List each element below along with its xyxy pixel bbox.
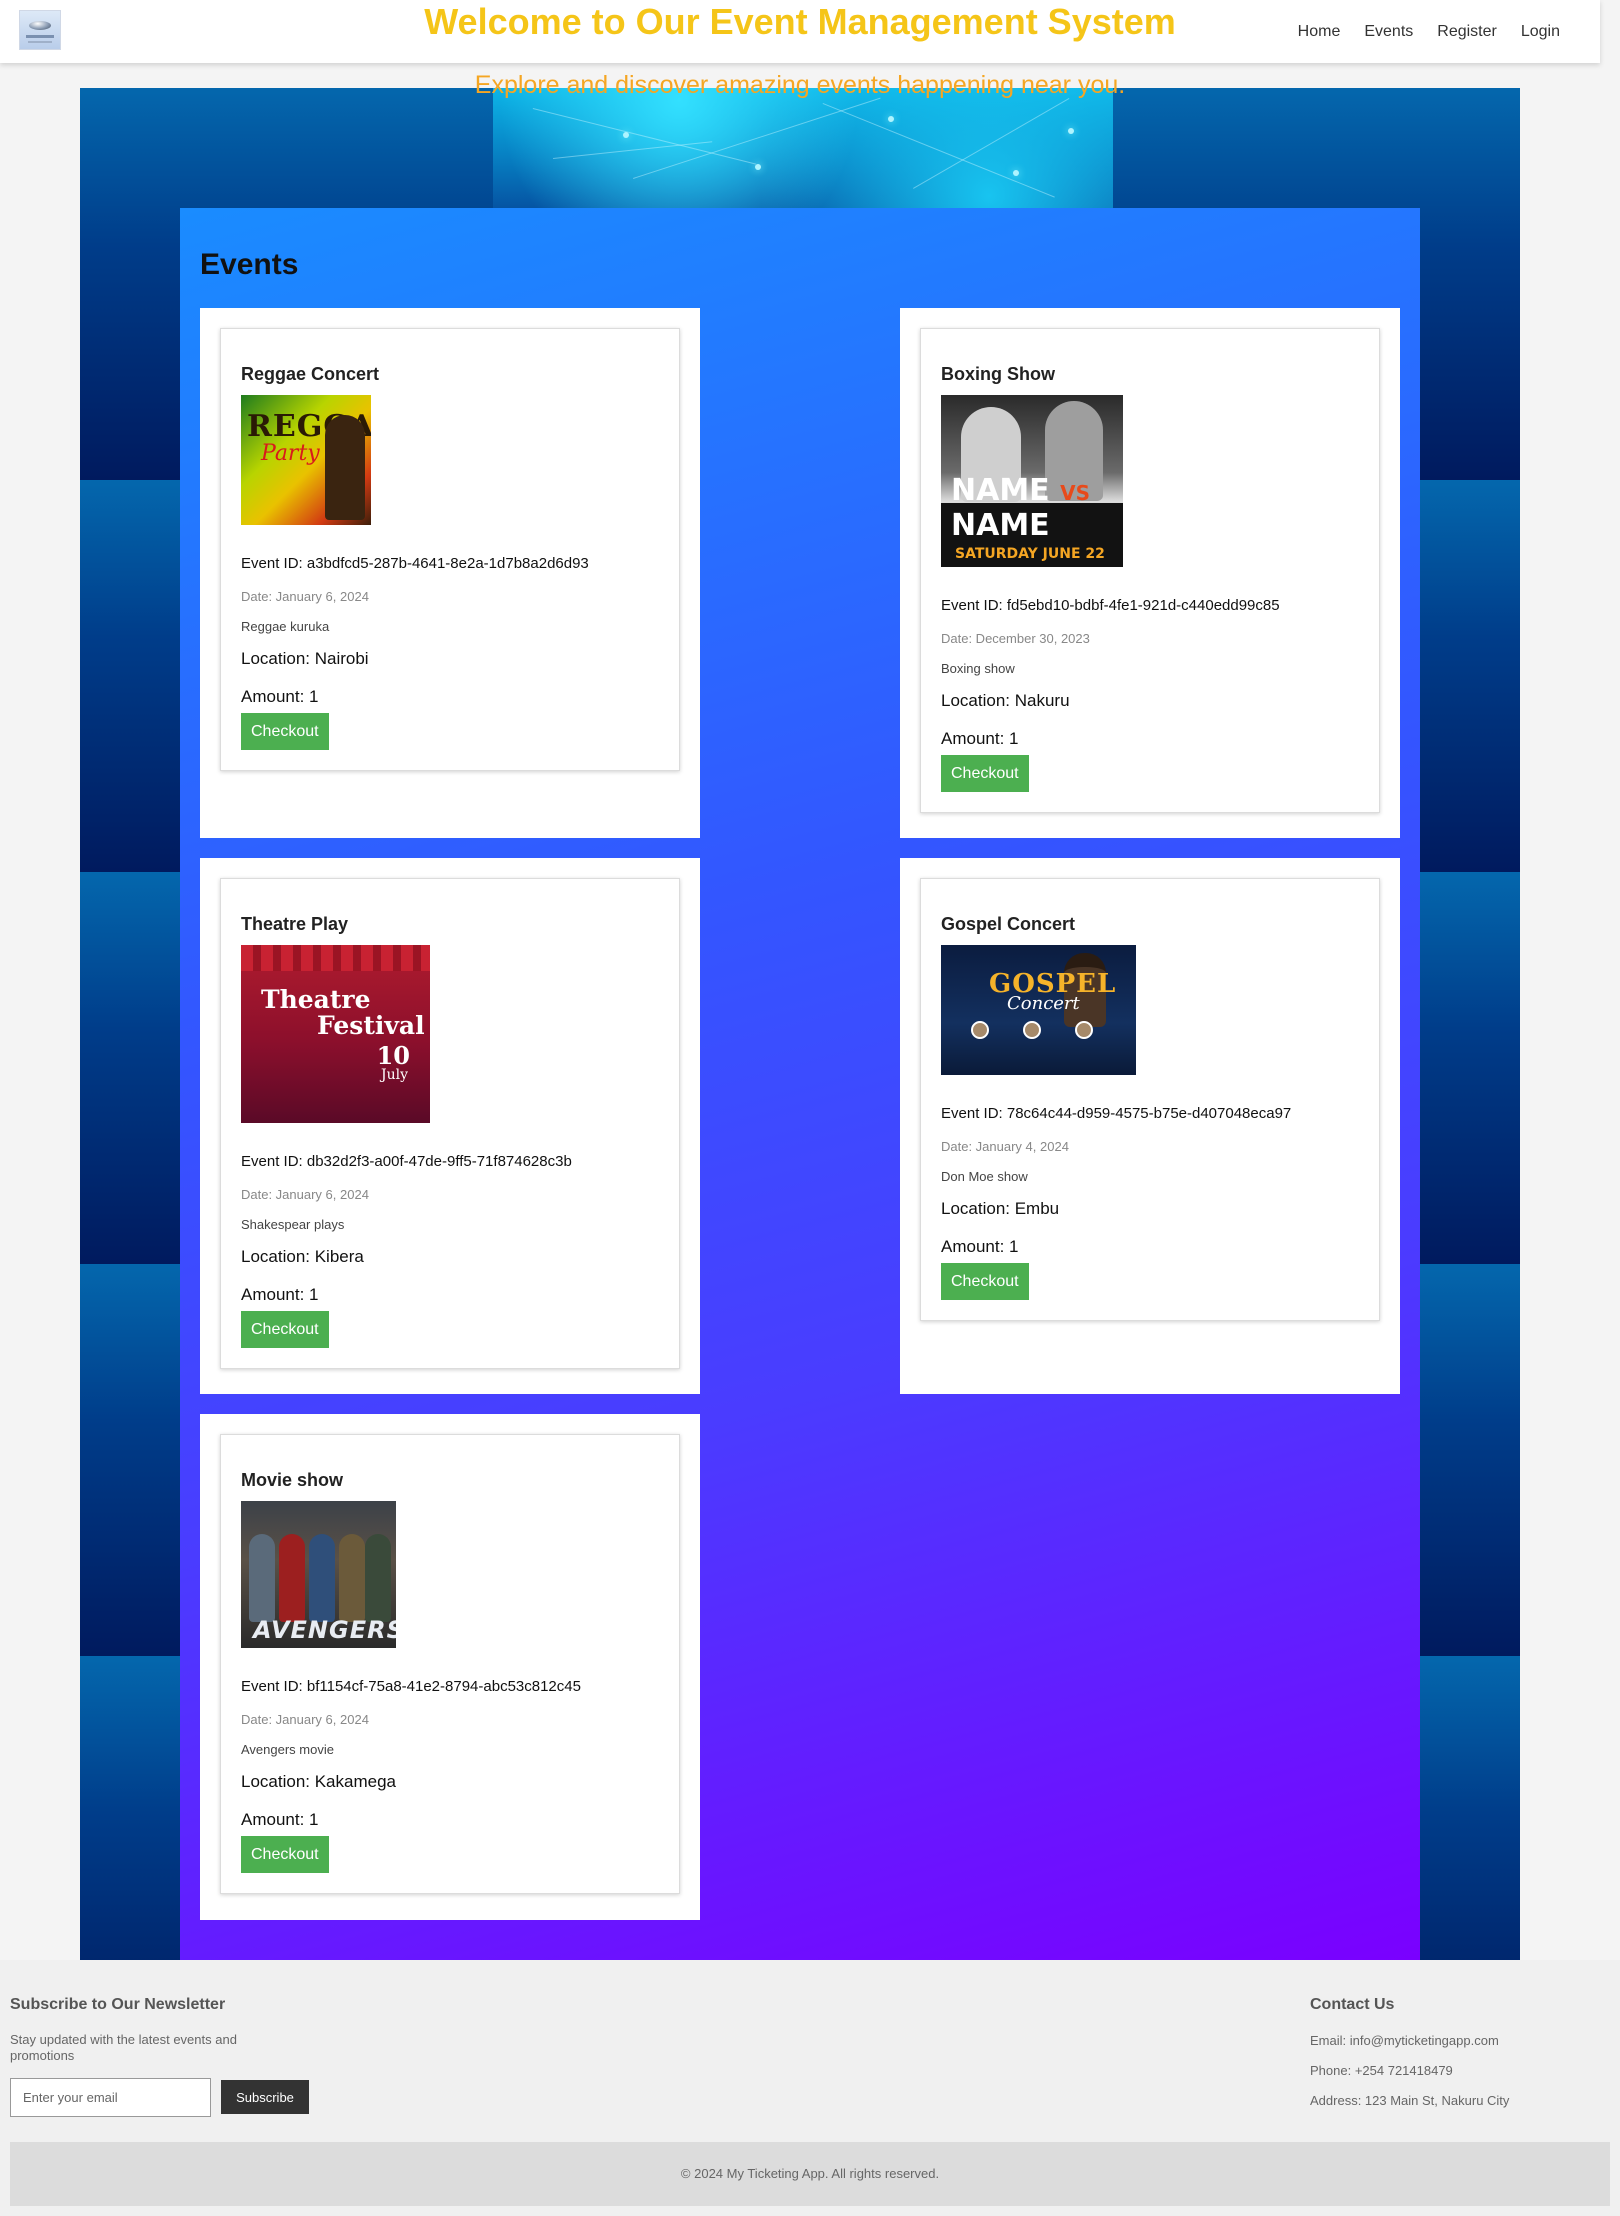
hero-title: Welcome to Our Event Management System bbox=[424, 1, 1176, 42]
footer: Subscribe to Our Newsletter Stay updated… bbox=[0, 1960, 1620, 2216]
event-id: Event ID: bf1154cf-75a8-41e2-8794-abc53c… bbox=[241, 1678, 581, 1695]
event-amount: Amount: 1 bbox=[241, 1810, 319, 1829]
event-poster-image: AVENGERS bbox=[241, 1501, 396, 1648]
copyright: © 2024 My Ticketing App. All rights rese… bbox=[10, 2142, 1610, 2206]
newsletter-text: Stay updated with the latest events and … bbox=[10, 2032, 237, 2063]
logo-bar bbox=[26, 35, 54, 38]
poster-text: NAME VS NAME bbox=[951, 473, 1091, 543]
poster-avatar bbox=[1023, 1021, 1041, 1039]
event-poster-image: Theatre Festival 10 July bbox=[241, 945, 430, 1123]
event-description: Shakespear plays bbox=[241, 1217, 345, 1232]
checkout-button[interactable]: Checkout bbox=[941, 755, 1029, 792]
poster-avatar bbox=[1075, 1021, 1093, 1039]
hero-subtitle: Explore and discover amazing events happ… bbox=[474, 71, 1126, 99]
event-location: Location: Nairobi bbox=[241, 649, 369, 668]
newsletter-title: Subscribe to Our Newsletter bbox=[10, 1996, 226, 2013]
events-heading: Events bbox=[200, 248, 299, 281]
hero-banner bbox=[493, 88, 1113, 208]
poster-text: AVENGERS bbox=[253, 1616, 396, 1644]
logo[interactable] bbox=[19, 10, 61, 50]
event-date: Date: January 4, 2024 bbox=[941, 1139, 1069, 1154]
poster-figure bbox=[309, 1534, 335, 1622]
event-card-inner: Gospel Concert GOSPEL Concert Event ID: … bbox=[920, 878, 1380, 1321]
event-amount: Amount: 1 bbox=[941, 729, 1019, 748]
contact-phone: Phone: +254 721418479 bbox=[1310, 2063, 1453, 2078]
event-title: Gospel Concert bbox=[941, 914, 1076, 934]
contact-title: Contact Us bbox=[1310, 1996, 1395, 2013]
event-card: Theatre Play Theatre Festival 10 July Ev… bbox=[200, 858, 700, 1394]
event-card: Movie show AVENGERS Event ID: bf1154cf-7… bbox=[200, 1414, 700, 1920]
checkout-button[interactable]: Checkout bbox=[941, 1263, 1029, 1300]
poster-text: Party bbox=[261, 441, 320, 466]
poster-text: 10 bbox=[376, 1041, 410, 1070]
contact-email: Email: info@myticketingapp.com bbox=[1310, 2033, 1499, 2048]
logo-bar-2 bbox=[28, 41, 52, 43]
event-poster-image: NAME VS NAME SATURDAY JUNE 22 bbox=[941, 395, 1123, 567]
event-poster-image: GOSPEL Concert bbox=[941, 945, 1136, 1075]
event-description: Boxing show bbox=[941, 661, 1015, 676]
checkout-button[interactable]: Checkout bbox=[241, 1311, 329, 1348]
event-date: Date: January 6, 2024 bbox=[241, 1187, 369, 1202]
poster-figure bbox=[339, 1534, 365, 1622]
poster-text: SATURDAY JUNE 22 bbox=[955, 546, 1105, 562]
event-card-inner: Movie show AVENGERS Event ID: bf1154cf-7… bbox=[220, 1434, 680, 1894]
event-id: Event ID: 78c64c44-d959-4575-b75e-d40704… bbox=[941, 1105, 1292, 1122]
event-location: Location: Kakamega bbox=[241, 1772, 396, 1791]
subscribe-button[interactable]: Subscribe bbox=[221, 2080, 309, 2114]
event-title: Movie show bbox=[241, 1470, 344, 1490]
event-amount: Amount: 1 bbox=[941, 1237, 1019, 1256]
event-card: Gospel Concert GOSPEL Concert Event ID: … bbox=[900, 858, 1400, 1394]
poster-text: Concert bbox=[1007, 993, 1080, 1014]
poster-figure bbox=[325, 415, 365, 520]
event-card: Reggae Concert REGGAE Party Event ID: a3… bbox=[200, 308, 700, 838]
event-amount: Amount: 1 bbox=[241, 1285, 319, 1304]
poster-figure bbox=[249, 1534, 275, 1622]
event-id: Event ID: fd5ebd10-bdbf-4fe1-921d-c440ed… bbox=[941, 597, 1280, 614]
event-description: Don Moe show bbox=[941, 1169, 1028, 1184]
event-card-inner: Reggae Concert REGGAE Party Event ID: a3… bbox=[220, 328, 680, 771]
nav-login[interactable]: Login bbox=[1521, 23, 1560, 41]
newsletter-email-input[interactable] bbox=[10, 2078, 211, 2117]
checkout-button[interactable]: Checkout bbox=[241, 1836, 329, 1873]
poster-avatar bbox=[971, 1021, 989, 1039]
event-location: Location: Embu bbox=[941, 1199, 1060, 1218]
poster-text: July bbox=[380, 1067, 408, 1083]
event-card: Boxing Show NAME VS NAME SATURDAY JUNE 2… bbox=[900, 308, 1400, 838]
logo-disc-icon bbox=[29, 21, 51, 30]
event-id: Event ID: db32d2f3-a00f-47de-9ff5-71f874… bbox=[241, 1153, 572, 1170]
poster-figure bbox=[279, 1534, 305, 1622]
event-title: Reggae Concert bbox=[241, 364, 380, 384]
event-date: Date: January 6, 2024 bbox=[241, 589, 369, 604]
poster-figure bbox=[365, 1534, 391, 1622]
event-title: Boxing Show bbox=[941, 364, 1055, 384]
poster-text: Theatre bbox=[261, 985, 371, 1014]
event-location: Location: Kibera bbox=[241, 1247, 364, 1266]
event-location: Location: Nakuru bbox=[941, 691, 1070, 710]
event-amount: Amount: 1 bbox=[241, 687, 319, 706]
event-card-inner: Boxing Show NAME VS NAME SATURDAY JUNE 2… bbox=[920, 328, 1380, 813]
event-date: Date: January 6, 2024 bbox=[241, 1712, 369, 1727]
poster-curtain bbox=[241, 945, 430, 971]
checkout-button[interactable]: Checkout bbox=[241, 713, 329, 750]
event-description: Avengers movie bbox=[241, 1742, 334, 1757]
event-description: Reggae kuruka bbox=[241, 619, 330, 634]
poster-text: Festival bbox=[317, 1011, 425, 1040]
event-id: Event ID: a3bdfcd5-287b-4641-8e2a-1d7b8a… bbox=[241, 555, 589, 572]
contact-address: Address: 123 Main St, Nakuru City bbox=[1310, 2093, 1510, 2108]
event-date: Date: December 30, 2023 bbox=[941, 631, 1090, 646]
event-poster-image: REGGAE Party bbox=[241, 395, 371, 525]
event-card-inner: Theatre Play Theatre Festival 10 July Ev… bbox=[220, 878, 680, 1369]
event-title: Theatre Play bbox=[241, 914, 349, 934]
